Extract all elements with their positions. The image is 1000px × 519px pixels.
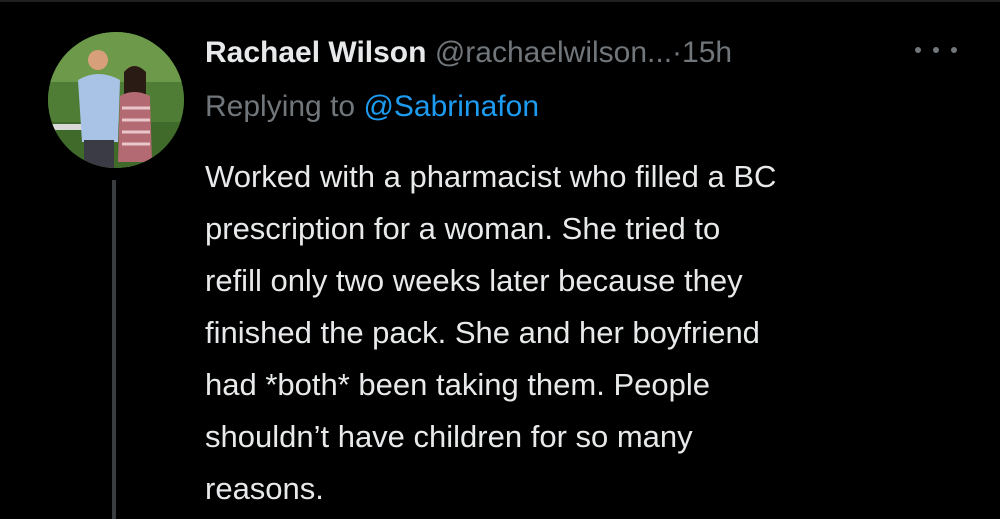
tweet-text: Worked with a pharmacist who filled a BC… [205,151,975,515]
tweet-text-line: finished the pack. She and her boyfriend [205,315,760,350]
tweet-text-line: reasons. [205,471,324,506]
tweet-header: Rachael Wilson @rachaelwilson...·15h [205,34,732,72]
reply-mention-link[interactable]: @Sabrinafon [363,90,539,123]
tweet-text-line: refill only two weeks later because they [205,263,743,298]
tweet-text-line: Worked with a pharmacist who filled a BC [205,159,777,194]
replying-to-label: Replying to [205,90,356,123]
timestamp[interactable]: 15h [682,36,732,69]
tweet-text-line: had *both* been taking them. People [205,367,710,402]
more-dot [951,47,957,53]
author-name[interactable]: Rachael Wilson [205,36,426,69]
divider [0,0,1000,2]
author-handle[interactable]: @rachaelwilson... [435,36,672,69]
profile-photo-icon [48,32,184,168]
replying-to: Replying to @Sabrinafon [205,88,539,126]
tweet-text-line: shouldn’t have children for so many [205,419,693,454]
thread-line [112,180,116,519]
separator-dot: · [672,36,683,69]
more-dot [915,47,921,53]
avatar[interactable] [48,32,184,168]
more-horizontal-icon[interactable] [915,38,957,62]
tweet-text-line: prescription for a woman. She tried to [205,211,721,246]
tweet[interactable]: Rachael Wilson @rachaelwilson...·15h Rep… [0,0,1000,519]
more-dot [933,47,939,53]
